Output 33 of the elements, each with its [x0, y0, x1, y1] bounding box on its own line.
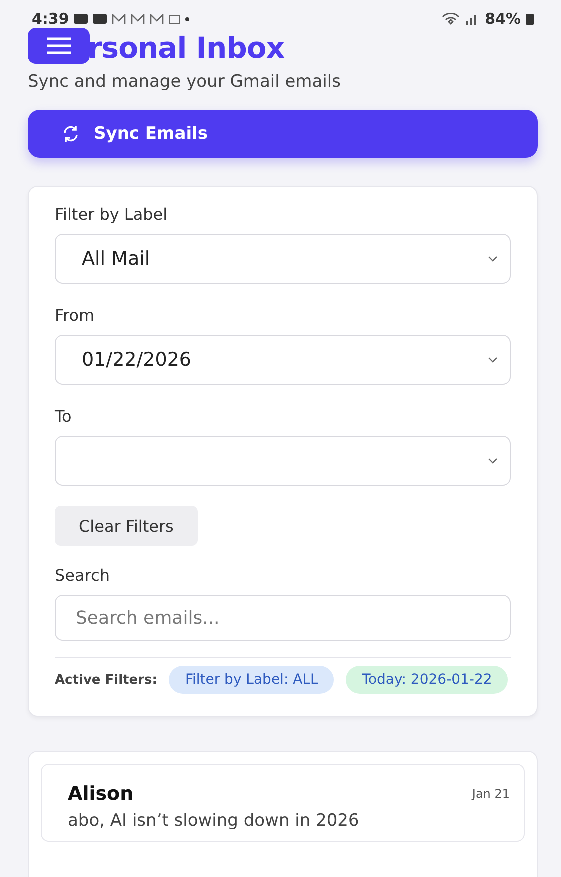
email-date: Jan 21 — [472, 787, 510, 801]
chevron-down-icon — [488, 357, 498, 363]
page-subtitle: Sync and manage your Gmail emails — [28, 72, 342, 92]
dropdown-field[interactable]: 01/22/2026 — [55, 335, 511, 385]
email-preview: abo, AI isn’t slowing down in 2026 — [68, 811, 360, 831]
screenshot-icon — [169, 14, 180, 24]
field-label: To — [55, 407, 73, 426]
mail-icon — [112, 14, 126, 24]
clear-filters-button[interactable]: Clear Filters — [55, 506, 198, 546]
menu-button[interactable] — [28, 28, 90, 64]
email-card[interactable]: Alison Jan 21 abo, AI isn’t slowing down in 2026 — [41, 764, 525, 842]
mail-icon — [150, 14, 164, 24]
dot-icon — [185, 16, 190, 22]
email-sender: Alison — [68, 783, 134, 805]
refresh-icon — [62, 125, 80, 143]
active-filters-label: Active Filters: — [55, 672, 158, 688]
field-label: Search — [55, 566, 111, 585]
chevron-down-icon — [488, 458, 498, 464]
status-time: 4:39 — [32, 10, 70, 28]
field-label: Filter by Label — [55, 205, 169, 224]
field-label: From — [55, 306, 96, 325]
dropdown-field[interactable] — [55, 436, 511, 486]
sync-emails-button[interactable]: Sync Emails — [28, 110, 538, 158]
mail-icon — [131, 14, 146, 24]
battery-icon — [526, 13, 534, 25]
filter-chip: Filter by Label: ALL — [169, 666, 334, 694]
chevron-down-icon — [488, 256, 498, 262]
menu-icon — [46, 37, 72, 55]
search-field[interactable]: Search emails... — [55, 595, 511, 641]
filter-chip: Today: 2026-01-22 — [346, 666, 508, 694]
dropdown-field[interactable]: All Mail — [55, 234, 511, 284]
battery-percent: 84% — [485, 10, 521, 28]
page-title: rsonal Inbox — [88, 31, 285, 65]
